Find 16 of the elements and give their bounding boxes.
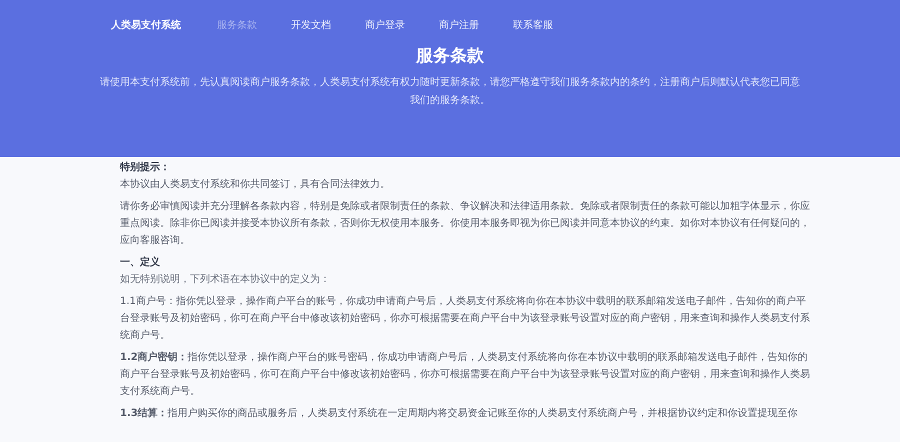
paragraph: 如无特别说明，下列术语在本协议中的定义为： xyxy=(120,272,331,287)
section-heading: 一、定义 xyxy=(120,255,161,270)
nav-link[interactable]: 联系客服 xyxy=(513,18,553,32)
nav-link[interactable]: 商户登录 xyxy=(365,18,405,32)
nav-link[interactable]: 开发文档 xyxy=(291,18,331,32)
page-title: 服务条款 xyxy=(416,45,484,68)
nav-link[interactable]: 服务条款 xyxy=(217,18,257,32)
paragraph: 请你务必审慎阅读并充分理解各条款内容，特别是免除或者限制责任的条款、争议解决和法律适用条款。免除或者限制责任的条款可能以加粗字体显示，你应重点阅读。除非你已阅读并接受本协议所有条款，否则你无权使用本服务。你使用本服务即视为你已阅读并同意本协议的约束。如你对本协议有任何疑问的，应向客服咨询。 xyxy=(120,200,810,248)
page-subtitle: 请使用本支付系统前，先认真阅读商户服务条款，人类易支付系统有权力随时更新条款，请您严格遵守我们服务条款内的条约，注册商户后则默认代表您已同意我们的服务条款。 xyxy=(100,76,800,108)
brand-link[interactable]: 人类易支付系统 xyxy=(111,18,181,32)
paragraph: 本协议由人类易支付系统和你共同签订，具有合同法律效力。 xyxy=(120,178,391,192)
nav-link[interactable]: 商户注册 xyxy=(439,18,479,32)
paragraph: 1.3结算：指用户购买你的商品或服务后，人类易支付系统在一定周期内将交易资金记账至你的人类易支付系统商户号，并根据协议约定和你设置提现至你 xyxy=(120,406,799,421)
paragraph: 1.1商户号：指你凭以登录，操作商户平台的账号，你成功申请商户号后，人类易支付系统将向你在本协议中载明的联系邮箱发送电子邮件，告知你的商户平台登录账号及初始密码，你可在商户平台中修改该初始密码，你亦可根据需要在商户平台中为该登录账号设置对应的商户密钥，用来查询和操作人类易支付系统商户号。 xyxy=(120,294,810,343)
section-heading: 特别提示： xyxy=(120,160,171,175)
paragraph: 1.2商户密钥：指你凭以登录，操作商户平台的账号密码，你成功申请商户号后，人类易支付系统将向你在本协议中载明的联系邮箱发送电子邮件，告知你的商户平台登录账号及初始密码，你可在商户平台中修改该初始密码，你亦可根据需要在商户平台中为该登录账号设置对应的商户密钥，用来查询和操作人类易支付系统商户号。 xyxy=(120,350,810,399)
